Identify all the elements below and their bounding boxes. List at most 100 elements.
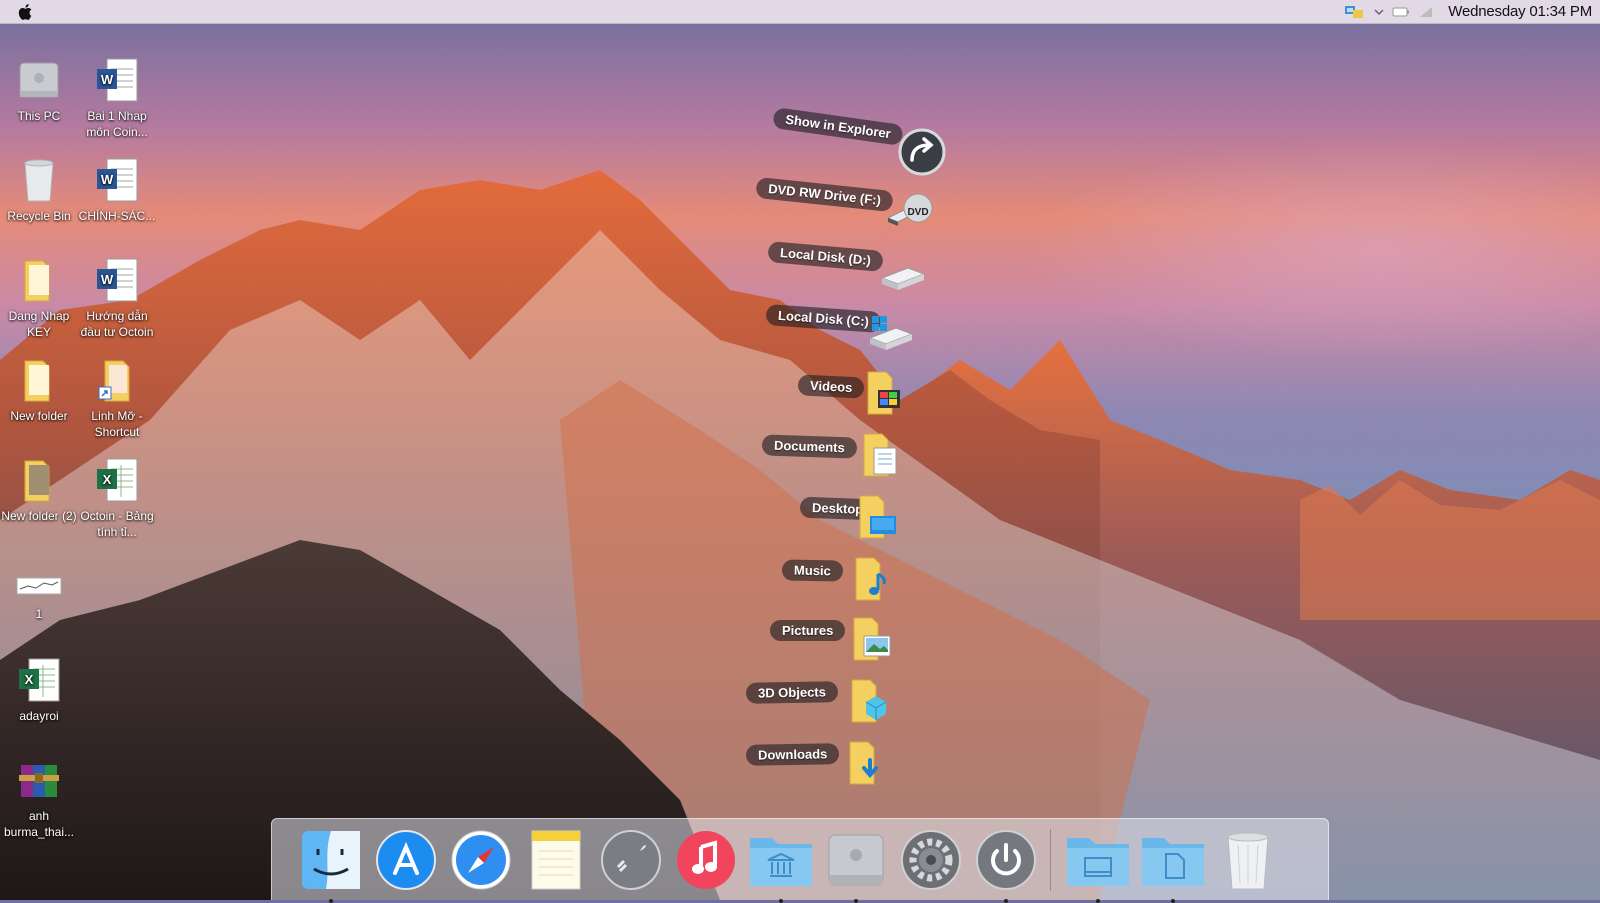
desktop-icon-chinh-sach[interactable]: W CHÍNH-SÁC... — [78, 156, 156, 224]
desktop-icon-label: New folder (2) — [1, 509, 77, 523]
pictures-folder-icon — [850, 614, 898, 662]
desktop-icon-1[interactable]: 1 — [0, 572, 78, 622]
stack-label: Pictures — [770, 620, 846, 641]
battery-icon[interactable] — [1392, 6, 1410, 18]
music-folder-icon — [852, 554, 900, 602]
menubar-clock[interactable]: Wednesday 01:34 PM — [1448, 3, 1592, 20]
desktop-icon-linh-mo-shortcut[interactable]: Linh Mỡ - Shortcut — [78, 356, 156, 440]
winrar-archive-icon — [15, 756, 63, 804]
running-indicator — [1096, 898, 1100, 903]
finder-icon — [302, 830, 360, 889]
desktop-icon-label: Dang Nhap KEY — [8, 309, 70, 339]
desktop-icon-label: Hướng dẫn đầu tư Octoin — [80, 309, 154, 339]
desktop-icon-new-folder[interactable]: New folder — [0, 356, 78, 424]
desktop-icon-dang-nhap-key[interactable]: Dang Nhap KEY — [0, 256, 78, 340]
computer-icon — [828, 834, 884, 885]
documents-folder-icon — [1142, 837, 1204, 886]
wifi-icon[interactable] — [1418, 5, 1434, 19]
videos-folder-icon — [864, 368, 912, 416]
desktop-icon-label: adayroi — [19, 709, 59, 723]
desktop-icon-label: This PC — [17, 109, 61, 123]
music-note-icon — [677, 830, 735, 889]
dock-item-computer[interactable] — [823, 827, 889, 903]
running-indicator — [779, 898, 783, 903]
excel-document-icon: X — [93, 456, 141, 504]
word-document-icon: W — [93, 156, 141, 204]
safari-icon — [451, 830, 511, 889]
dock-item-itunes[interactable] — [673, 827, 739, 893]
desktop-icon-label: New folder — [10, 409, 68, 423]
trash-icon — [1227, 832, 1269, 889]
arrow-forward-icon — [898, 128, 946, 176]
trash-icon — [15, 156, 63, 204]
chevron-down-icon[interactable] — [1374, 8, 1384, 16]
desktop-icon-recycle-bin[interactable]: Recycle Bin — [0, 156, 78, 224]
desktop-icon-huong-dan[interactable]: W Hướng dẫn đầu tư Octoin — [78, 256, 156, 340]
dock-item-notes[interactable] — [523, 827, 589, 893]
desktop-icon-adayroi[interactable]: X adayroi — [0, 656, 78, 724]
dock — [271, 818, 1329, 903]
dock-separator — [1050, 828, 1051, 891]
stack-label: Music — [781, 559, 844, 582]
menu-bar: Wednesday 01:34 PM — [0, 0, 1600, 24]
desktop-icon-label: CHÍNH-SÁC... — [78, 209, 156, 223]
stack-label: Documents — [761, 434, 858, 459]
svg-text:X: X — [25, 672, 34, 687]
desktop-icon-label: Recycle Bin — [7, 209, 71, 223]
desktop-icon-label: Bai 1 Nhap môn Coin... — [86, 109, 148, 139]
dock-item-safari[interactable] — [448, 827, 514, 893]
dock-item-finder[interactable] — [298, 827, 364, 903]
dvd-drive-icon: DVD — [886, 190, 934, 238]
desktop-icon-this-pc[interactable]: This PC — [0, 56, 78, 124]
running-indicator — [854, 898, 858, 903]
desktop-icon-label: anh burma_thai... — [3, 809, 75, 839]
svg-text:W: W — [101, 72, 114, 87]
documents-folder-icon — [860, 430, 908, 478]
folder-icon — [15, 256, 63, 304]
dock-item-applications-folder[interactable] — [748, 827, 814, 903]
folder-icon — [15, 456, 63, 504]
running-indicator — [1004, 898, 1008, 903]
svg-text:W: W — [101, 172, 114, 187]
folder-icon — [15, 356, 63, 404]
svg-text:X: X — [103, 472, 112, 487]
stack-label: Videos — [797, 374, 865, 399]
running-indicator — [1171, 898, 1175, 903]
dock-item-documents-stack[interactable] — [1140, 827, 1206, 903]
computer-icon — [15, 56, 63, 104]
desktop-icon-label: 1 — [35, 607, 43, 621]
svg-text:W: W — [101, 272, 114, 287]
word-document-icon: W — [93, 56, 141, 104]
applications-folder-icon — [750, 837, 812, 886]
network-icon[interactable] — [1344, 4, 1366, 20]
desktop-folder-icon — [1067, 837, 1129, 886]
svg-text:DVD: DVD — [907, 207, 928, 218]
desktop-icon-bai-1[interactable]: W Bai 1 Nhap môn Coin... — [78, 56, 156, 140]
power-icon — [976, 829, 1036, 890]
notes-icon — [531, 830, 581, 889]
dock-item-launchpad[interactable] — [598, 827, 664, 893]
dock-item-shutdown[interactable] — [973, 827, 1039, 903]
excel-document-icon: X — [15, 656, 63, 704]
desktop-icon-new-folder-2[interactable]: New folder (2) — [0, 456, 78, 524]
system-drive-icon — [866, 312, 914, 360]
shortcut-folder-icon — [93, 356, 141, 404]
desktop-icon-label: Linh Mỡ - Shortcut — [91, 409, 143, 439]
dock-item-trash[interactable] — [1215, 827, 1281, 893]
running-indicator — [329, 898, 333, 903]
gear-icon — [901, 829, 961, 890]
desktop-icon-octoin-bang-tinh[interactable]: X Octoin - Bảng tính tỉ... — [78, 456, 156, 540]
apple-icon[interactable] — [18, 2, 38, 22]
stack-label: 3D Objects — [745, 681, 839, 704]
downloads-folder-icon — [846, 738, 894, 786]
hard-drive-icon — [878, 258, 926, 306]
desktop-icon-anh-burma[interactable]: anh burma_thai... — [0, 756, 78, 840]
dock-item-system-preferences[interactable] — [898, 827, 964, 893]
dock-item-app-store[interactable] — [373, 827, 439, 893]
rocket-icon — [601, 829, 661, 890]
status-area: Wednesday 01:34 PM — [1344, 3, 1592, 20]
desktop-icon-label: Octoin - Bảng tính tỉ... — [80, 509, 154, 539]
image-thumbnail-icon — [15, 572, 63, 602]
3d-objects-folder-icon — [848, 676, 896, 724]
dock-item-desktop-stack[interactable] — [1065, 827, 1131, 903]
